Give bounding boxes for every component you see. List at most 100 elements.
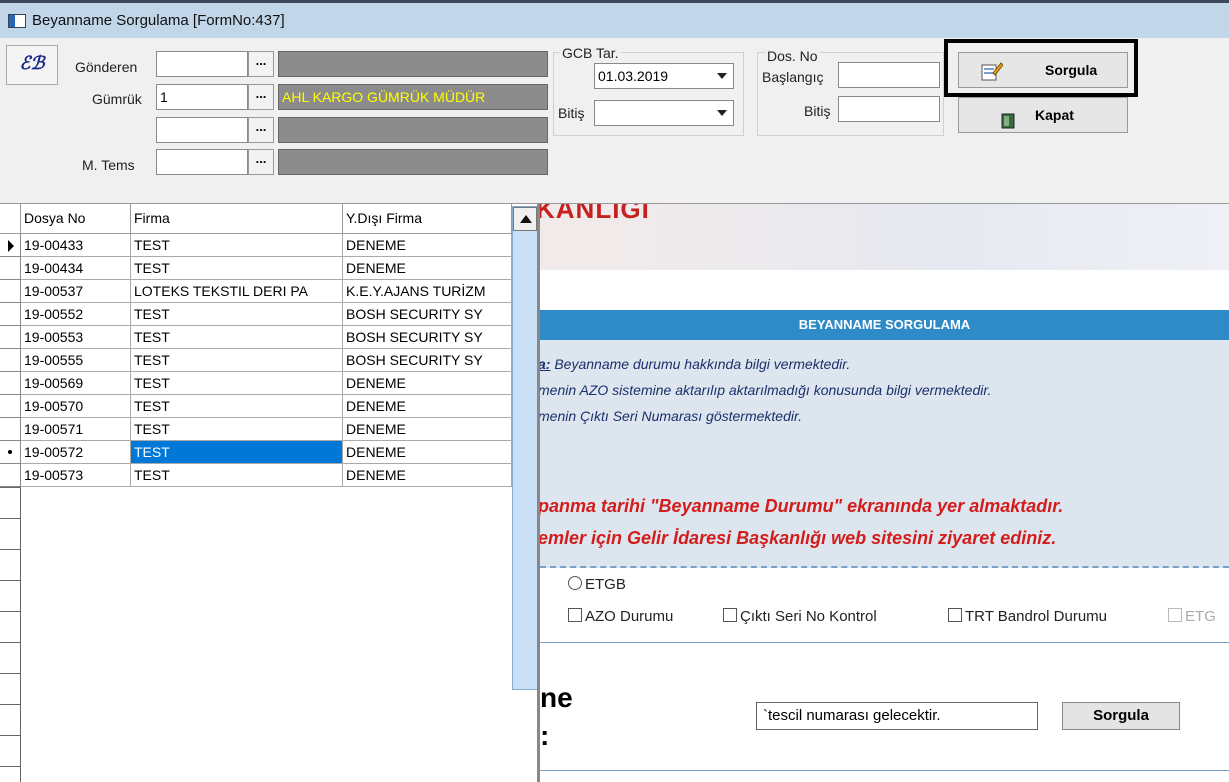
dosno-start-input[interactable] bbox=[838, 62, 940, 88]
door-exit-icon bbox=[1001, 107, 1015, 129]
eb-logo-button[interactable]: ℰℬ bbox=[6, 45, 58, 85]
gonderen-label: Gönderen bbox=[75, 59, 138, 75]
beyanname-sorgulama-header: BEYANNAME SORGULAMA bbox=[540, 310, 1229, 340]
kapat-button[interactable]: Kapat bbox=[958, 97, 1128, 133]
cell-ydisi[interactable]: DENEME bbox=[343, 234, 512, 257]
row-indicator[interactable] bbox=[0, 303, 21, 326]
row-indicator[interactable] bbox=[0, 372, 21, 395]
cell-ydisi[interactable]: BOSH SECURITY SY bbox=[343, 349, 512, 372]
table-row[interactable]: 19-00552 TEST BOSH SECURITY SY bbox=[0, 303, 512, 326]
table-row[interactable]: 19-00569 TEST DENEME bbox=[0, 372, 512, 395]
gumruk-name-field: AHL KARGO GÜMRÜK MÜDÜR bbox=[278, 84, 548, 110]
cell-firma[interactable]: TEST bbox=[131, 418, 343, 441]
gumruk-lookup-button[interactable]: ... bbox=[248, 84, 274, 110]
empty-row-line bbox=[0, 642, 21, 643]
cell-ydisi[interactable]: DENEME bbox=[343, 441, 512, 464]
query-heading-1: ne bbox=[540, 682, 573, 713]
gcb-end-date-select[interactable] bbox=[594, 100, 734, 126]
etgb-radio[interactable]: ETGB bbox=[568, 576, 626, 593]
empty-row-line bbox=[0, 611, 21, 612]
dosno-end-input[interactable] bbox=[838, 96, 940, 122]
cell-ydisi[interactable]: DENEME bbox=[343, 257, 512, 280]
row-indicator[interactable] bbox=[0, 349, 21, 372]
cell-ydisi[interactable]: K.E.Y.AJANS TURİZM bbox=[343, 280, 512, 303]
cell-dosya[interactable]: 19-00552 bbox=[21, 303, 131, 326]
row-indicator[interactable] bbox=[0, 464, 21, 487]
table-row[interactable]: 19-00573 TEST DENEME bbox=[0, 464, 512, 487]
table-row[interactable]: 19-00553 TEST BOSH SECURITY SY bbox=[0, 326, 512, 349]
cell-dosya[interactable]: 19-00433 bbox=[21, 234, 131, 257]
gonderen-lookup-button[interactable]: ... bbox=[248, 51, 274, 77]
cell-firma[interactable]: LOTEKS TEKSTIL DERI PA bbox=[131, 280, 343, 303]
table-row[interactable]: 19-00434 TEST DENEME bbox=[0, 257, 512, 280]
arrow-up-icon bbox=[520, 215, 532, 223]
scroll-up-button[interactable] bbox=[513, 207, 537, 231]
cell-firma[interactable]: TEST bbox=[131, 234, 343, 257]
table-row[interactable]: 19-00570 TEST DENEME bbox=[0, 395, 512, 418]
web-banner: KANLIĞI bbox=[540, 204, 1229, 270]
cell-firma[interactable]: TEST bbox=[131, 257, 343, 280]
row-indicator[interactable] bbox=[0, 234, 21, 257]
cell-firma[interactable]: TEST bbox=[131, 349, 343, 372]
cikti-checkbox[interactable]: Çıktı Seri No Kontrol bbox=[723, 608, 877, 625]
warning-line-2: emler için Gelir İdaresi Başkanlığı web … bbox=[540, 528, 1057, 548]
column-header-dosya-no[interactable]: Dosya No bbox=[21, 204, 131, 234]
cell-firma[interactable]: TEST bbox=[131, 303, 343, 326]
cell-ydisi[interactable]: DENEME bbox=[343, 372, 512, 395]
cell-dosya[interactable]: 19-00572 bbox=[21, 441, 131, 464]
cell-dosya[interactable]: 19-00553 bbox=[21, 326, 131, 349]
row-indicator[interactable] bbox=[0, 280, 21, 303]
info-line-3: menin Çıktı Seri Numarası göstermektedir… bbox=[540, 408, 803, 424]
cell-dosya[interactable]: 19-00570 bbox=[21, 395, 131, 418]
etg-checkbox[interactable]: ETG bbox=[1168, 608, 1216, 625]
empty-row-line bbox=[0, 735, 21, 736]
table-row[interactable]: 19-00555 TEST BOSH SECURITY SY bbox=[0, 349, 512, 372]
empty-row-line bbox=[0, 518, 21, 519]
cell-ydisi[interactable]: BOSH SECURITY SY bbox=[343, 326, 512, 349]
extra-lookup-button[interactable]: ... bbox=[248, 117, 274, 143]
extra-code-input[interactable] bbox=[156, 117, 248, 143]
row-indicator[interactable] bbox=[0, 326, 21, 349]
cell-dosya[interactable]: 19-00571 bbox=[21, 418, 131, 441]
tescil-input[interactable]: `tescil numarası gelecektir. bbox=[756, 702, 1038, 730]
mtems-input[interactable] bbox=[156, 149, 248, 175]
table-row[interactable]: 19-00433 TEST DENEME bbox=[0, 234, 512, 257]
cell-firma[interactable]: TEST bbox=[131, 395, 343, 418]
empty-row-line bbox=[0, 549, 21, 550]
chevron-down-icon bbox=[717, 73, 727, 79]
gcb-end-label: Bitiş bbox=[558, 105, 585, 121]
azo-checkbox[interactable]: AZO Durumu bbox=[568, 608, 673, 625]
cell-firma[interactable]: TEST bbox=[131, 326, 343, 349]
cell-dosya[interactable]: 19-00537 bbox=[21, 280, 131, 303]
grid-indicator-header bbox=[0, 204, 21, 234]
cell-dosya[interactable]: 19-00434 bbox=[21, 257, 131, 280]
row-indicator[interactable] bbox=[0, 395, 21, 418]
cell-dosya[interactable]: 19-00555 bbox=[21, 349, 131, 372]
cell-firma[interactable]: TEST bbox=[131, 372, 343, 395]
column-header-firma[interactable]: Firma bbox=[131, 204, 343, 234]
sorgula-button[interactable]: Sorgula bbox=[958, 52, 1128, 88]
row-indicator[interactable] bbox=[0, 257, 21, 280]
cell-ydisi[interactable]: DENEME bbox=[343, 464, 512, 487]
gcb-start-date-select[interactable]: 01.03.2019 bbox=[594, 63, 734, 89]
cell-ydisi[interactable]: DENEME bbox=[343, 395, 512, 418]
table-row[interactable]: 19-00571 TEST DENEME bbox=[0, 418, 512, 441]
column-header-ydisi-firma[interactable]: Y.Dışı Firma bbox=[343, 204, 512, 234]
cell-ydisi[interactable]: BOSH SECURITY SY bbox=[343, 303, 512, 326]
gumruk-input[interactable]: 1 bbox=[156, 84, 248, 110]
trt-checkbox[interactable]: TRT Bandrol Durumu bbox=[948, 608, 1107, 625]
table-row[interactable]: 19-00572 TEST DENEME bbox=[0, 441, 512, 464]
row-indicator[interactable] bbox=[0, 418, 21, 441]
web-sorgula-button[interactable]: Sorgula bbox=[1062, 702, 1180, 730]
table-row[interactable]: 19-00537 LOTEKS TEKSTIL DERI PA K.E.Y.AJAN… bbox=[0, 280, 512, 303]
cell-dosya[interactable]: 19-00573 bbox=[21, 464, 131, 487]
mtems-lookup-button[interactable]: ... bbox=[248, 149, 274, 175]
cell-firma[interactable]: TEST bbox=[131, 464, 343, 487]
cell-dosya[interactable]: 19-00569 bbox=[21, 372, 131, 395]
gonderen-input[interactable] bbox=[156, 51, 248, 77]
gonderen-name-field bbox=[278, 51, 548, 77]
row-indicator[interactable] bbox=[0, 441, 21, 464]
grid-scrollbar[interactable] bbox=[512, 206, 537, 690]
cell-ydisi[interactable]: DENEME bbox=[343, 418, 512, 441]
cell-firma[interactable]: TEST bbox=[131, 441, 343, 464]
